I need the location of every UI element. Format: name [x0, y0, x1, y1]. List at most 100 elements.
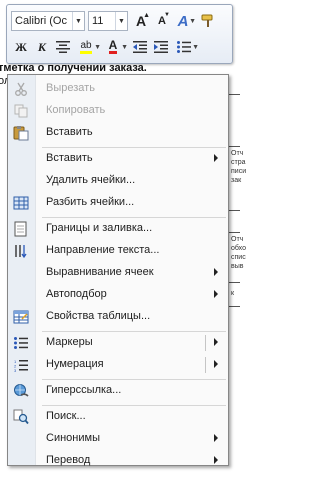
- menu-separator: [42, 217, 226, 218]
- table-cell: выв: [231, 263, 244, 270]
- format-painter-button[interactable]: [198, 11, 218, 31]
- submenu-arrow-icon: [214, 290, 218, 298]
- font-color-button[interactable]: A ▼: [101, 37, 128, 57]
- menu-item-table-properties[interactable]: Свойства таблицы...: [8, 307, 228, 327]
- chevron-down-icon: ▼: [121, 44, 128, 51]
- menu-item-bullets[interactable]: Маркеры: [8, 333, 228, 353]
- menu-item-label: Границы и заливка...: [46, 222, 153, 234]
- hyperlink-icon: [12, 383, 30, 399]
- menu-item-label: Гиперссылка...: [46, 384, 122, 396]
- increase-indent-icon: [154, 41, 168, 53]
- menu-item-autofit[interactable]: Автоподбор: [8, 285, 228, 305]
- search-icon: [12, 409, 30, 425]
- arrow-up-icon: ▲: [143, 12, 150, 19]
- paste-icon: [12, 125, 30, 141]
- bullets-icon: [12, 335, 30, 351]
- chevron-down-icon: ▼: [189, 18, 196, 25]
- menu-item-label: Маркеры: [46, 336, 93, 348]
- font-size-combo[interactable]: 11 ▼: [88, 11, 128, 31]
- menu-item-label: Свойства таблицы...: [46, 310, 151, 322]
- menu-item-label: Вставить: [46, 126, 93, 138]
- menu-item-label: Направление текста...: [46, 244, 160, 256]
- bullets-button[interactable]: ▼: [172, 37, 199, 57]
- table-cell: зак: [231, 177, 242, 184]
- menu-item-label: Вставить: [46, 152, 93, 164]
- menu-item-hyperlink[interactable]: Гиперссылка...: [8, 381, 228, 401]
- menu-item-synonyms[interactable]: Синонимы: [8, 429, 228, 449]
- chevron-down-icon: ▼: [94, 44, 101, 51]
- table-cell: Отч: [231, 150, 244, 157]
- menu-separator: [42, 331, 226, 332]
- font-color-icon: A: [108, 38, 118, 54]
- menu-item-label: Выравнивание ячеек: [46, 266, 154, 278]
- menu-separator: [42, 379, 226, 380]
- menu-item-copy[interactable]: Копировать: [8, 101, 228, 121]
- center-align-button[interactable]: [53, 37, 73, 57]
- table-cell: к: [231, 290, 235, 297]
- borders-icon: [12, 221, 30, 237]
- menu-item-insert[interactable]: Вставить: [8, 149, 228, 169]
- submenu-arrow-icon: [214, 434, 218, 442]
- context-menu: Вырезать Копировать Вставить Вставить Уд…: [7, 74, 229, 466]
- format-painter-icon: [201, 14, 213, 27]
- menu-item-split-cells[interactable]: Разбить ячейки...: [8, 193, 228, 213]
- menu-separator: [42, 147, 226, 148]
- decrease-indent-icon: [133, 41, 147, 53]
- menu-item-cell-alignment[interactable]: Выравнивание ячеек: [8, 263, 228, 283]
- increase-indent-button[interactable]: [151, 37, 171, 57]
- table-properties-icon: [12, 309, 30, 325]
- menu-item-text-direction[interactable]: Направление текста...: [8, 241, 228, 261]
- highlight-button[interactable]: ab ▼: [74, 37, 101, 57]
- chevron-down-icon: ▼: [192, 44, 199, 51]
- table-cell: обхо: [231, 245, 246, 252]
- menu-item-label: Поиск...: [46, 410, 86, 422]
- italic-button[interactable]: К: [32, 37, 52, 57]
- text-direction-icon: [12, 243, 30, 259]
- table-cell: писи: [231, 168, 247, 175]
- highlight-icon: ab: [80, 40, 92, 54]
- menu-item-label: Разбить ячейки...: [46, 196, 135, 208]
- arrow-down-icon: ▼: [164, 12, 170, 18]
- table-cell: стра: [231, 159, 246, 166]
- font-name-combo[interactable]: Calibri (Ос ▼: [11, 11, 85, 31]
- decrease-indent-button[interactable]: [130, 37, 150, 57]
- table-cell: Отч: [231, 236, 244, 243]
- menu-item-search[interactable]: Поиск...: [8, 407, 228, 427]
- menu-item-label: Вырезать: [46, 82, 95, 94]
- submenu-arrow-icon: [214, 456, 218, 464]
- menu-item-label: Удалить ячейки...: [46, 174, 136, 186]
- chevron-down-icon[interactable]: ▼: [115, 12, 127, 30]
- chevron-down-icon[interactable]: ▼: [72, 12, 84, 30]
- bold-button[interactable]: Ж: [11, 37, 31, 57]
- submenu-arrow-icon: [214, 154, 218, 162]
- menu-item-paste[interactable]: Вставить: [8, 123, 228, 143]
- align-center-icon: [56, 41, 70, 53]
- numbering-icon: 123: [12, 357, 30, 373]
- svg-text:3: 3: [14, 368, 17, 372]
- split-divider: [205, 335, 206, 351]
- menu-item-label: Нумерация: [46, 358, 104, 370]
- menu-item-label: Автоподбор: [46, 288, 107, 300]
- split-cells-icon: [12, 195, 30, 211]
- bullets-icon: [177, 41, 191, 53]
- menu-item-label: Перевод: [46, 454, 91, 466]
- menu-item-numbering[interactable]: 123 Нумерация: [8, 355, 228, 375]
- font-name-value: Calibri (Ос: [15, 15, 67, 27]
- split-divider: [205, 357, 206, 373]
- font-size-value: 11: [92, 15, 104, 27]
- scissors-icon: [12, 81, 30, 97]
- grow-font-button[interactable]: A ▲: [131, 11, 151, 31]
- submenu-arrow-icon[interactable]: [214, 338, 218, 346]
- menu-item-translate[interactable]: Перевод: [8, 451, 228, 471]
- submenu-arrow-icon[interactable]: [214, 360, 218, 368]
- copy-icon: [12, 103, 30, 119]
- submenu-arrow-icon: [214, 268, 218, 276]
- table-cell: спис: [231, 254, 246, 261]
- mini-toolbar: Calibri (Ос ▼ 11 ▼ A ▲ A ▼ A ▼ Ж К ab ▼ …: [6, 4, 233, 64]
- menu-item-label: Синонимы: [46, 432, 100, 444]
- menu-item-borders-shading[interactable]: Границы и заливка...: [8, 219, 228, 239]
- shrink-font-button[interactable]: A ▼: [152, 11, 172, 31]
- styles-button[interactable]: A ▼: [173, 11, 196, 31]
- menu-item-cut[interactable]: Вырезать: [8, 79, 228, 99]
- menu-item-delete-cells[interactable]: Удалить ячейки...: [8, 171, 228, 191]
